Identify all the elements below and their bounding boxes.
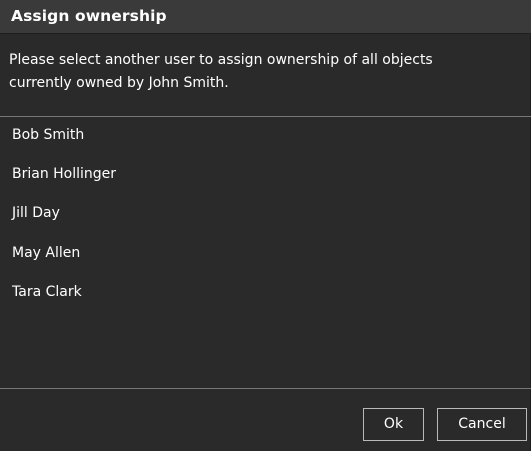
ok-button[interactable]: Ok	[363, 408, 424, 441]
dialog-message-line-2: currently owned by John Smith.	[9, 75, 229, 91]
user-list-item-bob-smith[interactable]: Bob Smith	[0, 117, 531, 157]
user-list-item-may-allen[interactable]: May Allen	[0, 235, 531, 275]
dialog-title: Assign ownership	[11, 7, 167, 25]
dialog-message-line-1: Please select another user to assign own…	[9, 52, 433, 68]
user-list-item-tara-clark[interactable]: Tara Clark	[0, 274, 531, 314]
footer-divider	[0, 388, 531, 389]
user-list[interactable]: Bob Smith Brian Hollinger Jill Day May A…	[0, 117, 531, 388]
user-list-item-brian-hollinger[interactable]: Brian Hollinger	[0, 156, 531, 196]
user-list-item-jill-day[interactable]: Jill Day	[0, 195, 531, 235]
user-name: Tara Clark	[12, 284, 82, 300]
user-name: Jill Day	[12, 205, 60, 221]
user-name: Brian Hollinger	[12, 166, 117, 182]
user-name: May Allen	[12, 245, 81, 261]
user-name: Bob Smith	[12, 127, 85, 143]
assign-ownership-dialog: Assign ownership Please select another u…	[0, 0, 531, 451]
cancel-button[interactable]: Cancel	[437, 408, 527, 441]
dialog-titlebar: Assign ownership	[0, 0, 531, 34]
dialog-message: Please select another user to assign own…	[9, 49, 509, 95]
